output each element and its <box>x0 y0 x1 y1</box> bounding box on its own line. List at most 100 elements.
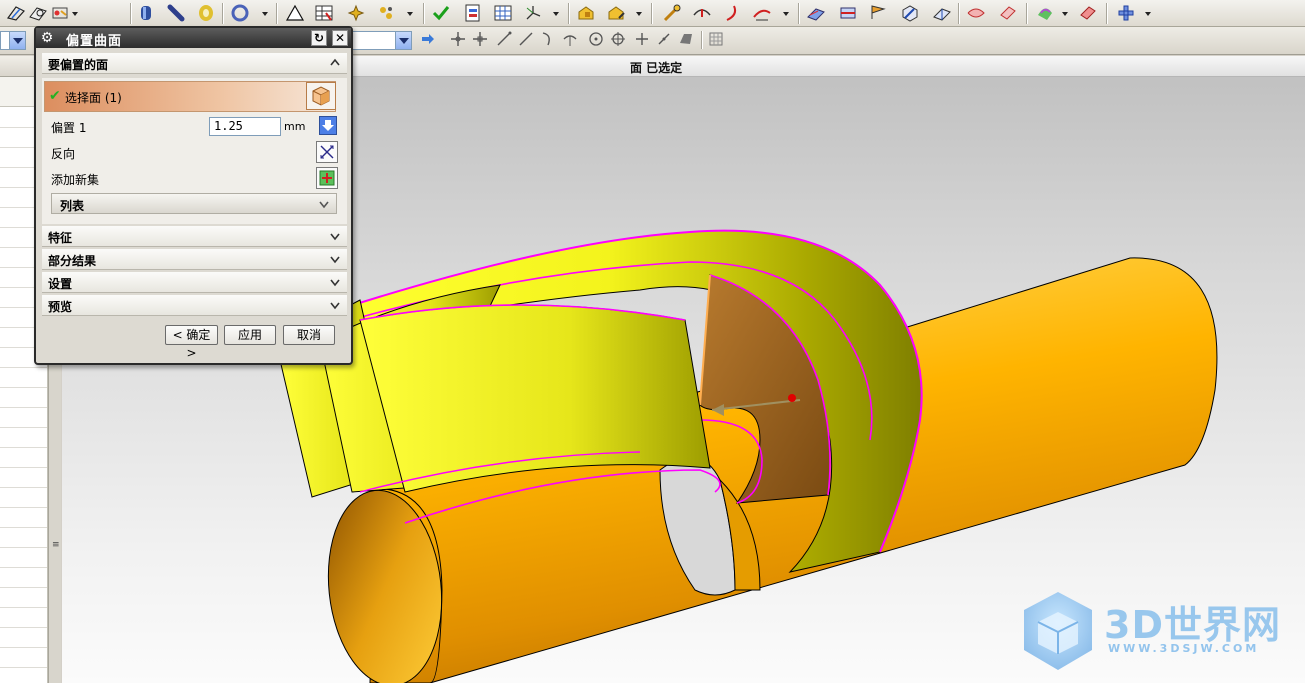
type-filter-select[interactable] <box>0 31 26 50</box>
navigator-row[interactable] <box>0 507 47 508</box>
circle-center-icon[interactable] <box>588 31 604 47</box>
measure-icon[interactable] <box>662 3 682 23</box>
arrow-right-icon[interactable] <box>420 31 436 47</box>
grid-snap-icon[interactable] <box>708 31 724 47</box>
chevron-down-icon[interactable] <box>1062 12 1068 16</box>
list-header[interactable]: 列表 <box>51 193 337 214</box>
chevron-down-icon[interactable] <box>553 12 559 16</box>
chevron-down-icon[interactable] <box>1145 12 1151 16</box>
tangent-icon[interactable] <box>562 31 578 47</box>
reset-icon[interactable]: ↻ <box>311 30 327 46</box>
apply-button[interactable]: 应用 <box>224 325 276 345</box>
dialog-titlebar[interactable]: ⚙ 偏置曲面 ↻ ✕ <box>36 28 351 49</box>
grid-icon[interactable] <box>493 3 513 23</box>
face-snap-icon[interactable] <box>678 31 694 47</box>
value-menu-button[interactable] <box>319 116 337 135</box>
section-preview[interactable]: 预览 <box>42 295 347 316</box>
sheet-icon[interactable] <box>998 3 1018 23</box>
add-set-icon <box>319 170 335 186</box>
coil-icon[interactable] <box>196 3 216 23</box>
point-icon[interactable] <box>346 3 366 23</box>
select-face-label: 选择面 (1) <box>65 91 122 105</box>
cylinder-icon[interactable] <box>136 3 156 23</box>
triangle-icon[interactable] <box>285 3 305 23</box>
chevron-up-icon[interactable] <box>329 57 341 69</box>
curve-icon[interactable] <box>692 3 712 23</box>
sphere-icon[interactable] <box>376 3 396 23</box>
cube-edit-icon[interactable] <box>900 3 920 23</box>
navigator-row[interactable] <box>0 467 47 468</box>
navigator-row[interactable] <box>0 447 47 448</box>
scope-select[interactable] <box>350 31 412 50</box>
face-select-button[interactable] <box>306 82 336 110</box>
navigator-row[interactable] <box>0 387 47 388</box>
add-new-set-button[interactable] <box>316 167 338 189</box>
chevron-down-icon[interactable] <box>318 198 330 210</box>
document-icon[interactable] <box>463 3 483 23</box>
chevron-down-icon[interactable] <box>262 12 268 16</box>
chevron-down-icon[interactable] <box>9 32 25 49</box>
ok-button[interactable]: < 确定 > <box>165 325 218 360</box>
arc-snap-icon[interactable] <box>540 31 556 47</box>
flag-icon[interactable] <box>868 3 888 23</box>
navigator-row[interactable] <box>0 547 47 548</box>
pipe-icon[interactable] <box>166 3 186 23</box>
sketch-icon[interactable] <box>6 3 26 23</box>
chevron-down-icon[interactable] <box>329 253 341 265</box>
reverse-direction-button[interactable] <box>316 141 338 163</box>
plus-icon[interactable] <box>634 31 650 47</box>
arc-icon[interactable] <box>722 3 742 23</box>
navigator-row[interactable] <box>0 407 47 408</box>
cheese-edit-icon[interactable] <box>606 3 626 23</box>
paint-icon[interactable] <box>1035 3 1055 23</box>
axes-icon[interactable] <box>523 3 543 23</box>
line-icon[interactable] <box>496 31 512 47</box>
navigator-row[interactable] <box>0 587 47 588</box>
gear-icon[interactable]: ⚙ <box>38 29 56 47</box>
eraser-icon[interactable] <box>1078 3 1098 23</box>
move-point-icon[interactable] <box>472 31 488 47</box>
flow-icon[interactable] <box>932 3 952 23</box>
chevron-down-icon[interactable] <box>407 12 413 16</box>
offset-value-field[interactable]: 1.25 <box>209 117 281 136</box>
line-icon[interactable] <box>518 31 534 47</box>
navigator-row[interactable] <box>0 667 47 668</box>
navigator-row[interactable] <box>0 367 47 368</box>
chevron-down-icon[interactable] <box>72 12 78 16</box>
chevron-down-icon[interactable] <box>329 276 341 288</box>
section-features[interactable]: 特征 <box>42 226 347 247</box>
cancel-button[interactable]: 取消 <box>283 325 335 345</box>
surface-icon[interactable] <box>806 3 826 23</box>
splitter-grip-icon[interactable]: ≡ <box>52 540 60 550</box>
ribbon-icon[interactable] <box>966 3 986 23</box>
edge-icon[interactable] <box>752 3 772 23</box>
chevron-down-icon[interactable] <box>329 299 341 311</box>
navigator-row[interactable] <box>0 627 47 628</box>
select-face-row[interactable]: ✔ 选择面 (1) <box>44 81 336 112</box>
chevron-down-icon[interactable] <box>395 32 411 49</box>
faces-section-header[interactable]: 要偏置的面 <box>42 53 347 74</box>
navigator-row[interactable] <box>0 487 47 488</box>
navigator-row[interactable] <box>0 647 47 648</box>
wheel-icon[interactable] <box>230 3 250 23</box>
grid-shape-icon[interactable] <box>1116 3 1136 23</box>
navigator-row[interactable] <box>0 567 47 568</box>
quadrant-icon[interactable] <box>610 31 626 47</box>
table-icon[interactable] <box>314 3 334 23</box>
section-settings[interactable]: 设置 <box>42 272 347 293</box>
navigator-row[interactable] <box>0 427 47 428</box>
navigator-row[interactable] <box>0 607 47 608</box>
slash-icon[interactable] <box>656 31 672 47</box>
close-icon[interactable]: ✕ <box>332 30 348 46</box>
section-partial-results[interactable]: 部分结果 <box>42 249 347 270</box>
chevron-down-icon[interactable] <box>783 12 789 16</box>
chevron-down-icon[interactable] <box>329 230 341 242</box>
cheese-icon[interactable] <box>576 3 596 23</box>
move-icon[interactable] <box>450 31 466 47</box>
chevron-down-icon[interactable] <box>636 12 642 16</box>
datum-icon[interactable] <box>50 3 70 23</box>
sketch-plane-icon[interactable] <box>28 3 48 23</box>
surface-edit-icon[interactable] <box>838 3 858 23</box>
check-icon[interactable] <box>431 3 451 23</box>
navigator-row[interactable] <box>0 527 47 528</box>
